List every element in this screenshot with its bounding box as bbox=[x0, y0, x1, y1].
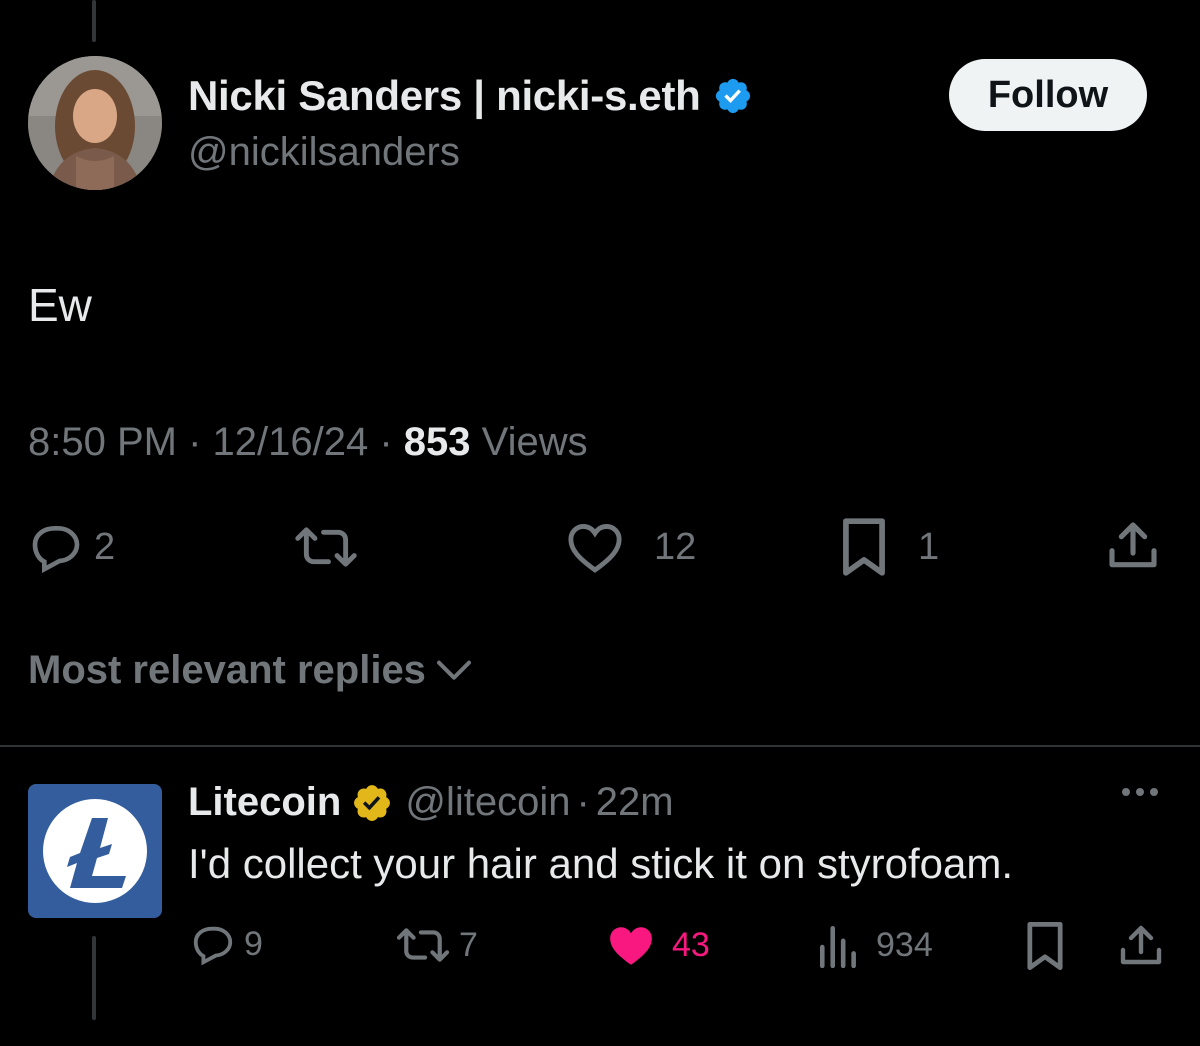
reply-like-action[interactable]: 43 bbox=[606, 922, 710, 968]
reply-like-count: 43 bbox=[672, 925, 710, 964]
bookmark-count: 1 bbox=[918, 525, 940, 568]
tweet-date[interactable]: 12/16/24 bbox=[213, 420, 369, 464]
meta-separator: · bbox=[379, 420, 404, 464]
litecoin-logo-icon bbox=[43, 799, 147, 903]
views-label: Views bbox=[481, 420, 588, 464]
reply-share-action[interactable] bbox=[1116, 922, 1166, 970]
repost-icon bbox=[396, 928, 450, 962]
author-name-text[interactable]: Nicki Sanders | nicki-s.eth bbox=[188, 72, 701, 120]
reply-bookmark-action[interactable] bbox=[1025, 920, 1065, 972]
litecoin-avatar[interactable] bbox=[28, 784, 162, 918]
gold-verified-badge-icon bbox=[354, 784, 391, 821]
dot bbox=[1150, 788, 1158, 796]
reply-icon bbox=[32, 526, 80, 573]
reply-author-name[interactable]: Litecoin bbox=[188, 780, 341, 825]
reply-header: Litecoin @litecoin · 22m bbox=[188, 780, 674, 825]
reply-reply-count: 9 bbox=[244, 924, 263, 963]
divider bbox=[0, 745, 1200, 747]
reply-action[interactable]: 2 bbox=[28, 521, 115, 573]
tweet-time[interactable]: 8:50 PM bbox=[28, 420, 177, 464]
author-handle[interactable]: @nickilsanders bbox=[188, 130, 460, 175]
follow-button[interactable]: Follow bbox=[949, 59, 1147, 131]
reply-count: 2 bbox=[94, 525, 116, 568]
reply-icon bbox=[193, 926, 233, 966]
chevron-down-icon bbox=[436, 660, 471, 680]
share-action[interactable] bbox=[1104, 518, 1162, 574]
replies-sort-dropdown[interactable]: Most relevant replies bbox=[28, 648, 474, 693]
share-icon bbox=[1120, 925, 1162, 965]
like-action[interactable]: 12 bbox=[566, 520, 696, 574]
reply-time[interactable]: 22m bbox=[596, 780, 674, 825]
more-options-icon[interactable] bbox=[1122, 788, 1158, 796]
reply-repost-count: 7 bbox=[459, 925, 478, 964]
dot bbox=[1122, 788, 1130, 796]
reply-text: I'd collect your hair and stick it on st… bbox=[188, 840, 1014, 887]
meta-separator: · bbox=[576, 780, 590, 824]
verified-badge-icon bbox=[715, 78, 750, 114]
reply-reply-action[interactable]: 9 bbox=[190, 922, 263, 966]
repost-action[interactable] bbox=[293, 520, 359, 574]
heart-icon bbox=[568, 524, 622, 573]
share-icon bbox=[1109, 522, 1157, 568]
heart-filled-icon bbox=[610, 927, 652, 965]
bookmark-icon bbox=[1027, 921, 1063, 971]
dot bbox=[1136, 788, 1144, 796]
author-avatar[interactable] bbox=[28, 56, 162, 190]
analytics-icon bbox=[819, 925, 856, 968]
reply-views-action[interactable]: 934 bbox=[818, 922, 933, 968]
reply-author-handle[interactable]: @litecoin bbox=[405, 780, 570, 825]
bookmark-icon bbox=[843, 518, 885, 576]
views-count: 853 bbox=[403, 420, 471, 464]
thread-line-top bbox=[92, 0, 96, 42]
repost-icon bbox=[295, 527, 357, 567]
tweet-meta: 8:50 PM · 12/16/24 · 853 Views bbox=[28, 420, 588, 465]
like-count: 12 bbox=[654, 525, 697, 568]
author-name[interactable]: Nicki Sanders | nicki-s.eth bbox=[188, 72, 753, 120]
reply-views-count: 934 bbox=[876, 925, 933, 964]
thread-line-bottom bbox=[92, 936, 96, 1020]
tweet-text: Ew bbox=[28, 279, 92, 331]
bookmark-action[interactable]: 1 bbox=[840, 516, 939, 578]
meta-separator: · bbox=[188, 420, 213, 464]
reply-repost-action[interactable]: 7 bbox=[395, 922, 478, 968]
replies-sort-label: Most relevant replies bbox=[28, 648, 426, 692]
